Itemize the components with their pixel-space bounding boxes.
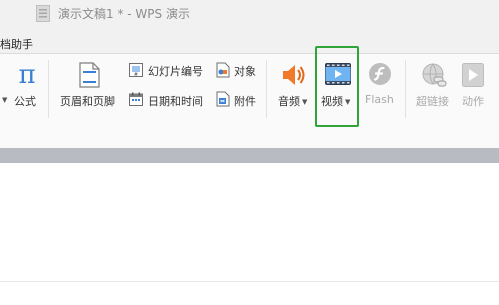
- previous-dropdown-arrow[interactable]: ▼: [0, 93, 7, 106]
- separator: [266, 60, 267, 118]
- flash-label: Flash: [365, 93, 394, 106]
- document-icon: [36, 5, 50, 22]
- slide-canvas[interactable]: [0, 163, 499, 305]
- svg-text:#: #: [134, 72, 138, 77]
- speaker-icon: [283, 65, 305, 85]
- slide-edge-line: [0, 281, 499, 282]
- page-icon: [79, 62, 100, 88]
- object-icon: [216, 62, 230, 78]
- video-highlight-box: [315, 46, 359, 127]
- menu-item-assistant[interactable]: 档助手: [0, 36, 33, 52]
- menu-bar: 档助手: [0, 28, 499, 54]
- pi-icon: π: [18, 62, 35, 88]
- attachment-label: 附件: [234, 95, 256, 108]
- header-footer-label: 页眉和页脚: [60, 95, 115, 108]
- separator: [405, 60, 406, 118]
- slide-number-icon: #: [129, 63, 143, 77]
- audio-label: 音频 ▼: [278, 95, 308, 108]
- play-icon: [462, 63, 484, 87]
- separator: [48, 60, 49, 118]
- action-label: 动作: [462, 95, 484, 108]
- formula-label: 公式: [14, 95, 36, 108]
- svg-text:π: π: [18, 62, 35, 88]
- film-icon: [325, 63, 351, 85]
- window-title: 演示文稿1 * - WPS 演示: [58, 7, 190, 21]
- slide-number-label: 幻灯片编号: [148, 65, 203, 78]
- calendar-icon: [129, 92, 143, 106]
- date-time-label: 日期和时间: [148, 95, 203, 108]
- object-label: 对象: [234, 65, 256, 78]
- audio-dropdown-arrow[interactable]: ▼: [302, 98, 307, 106]
- hyperlink-label: 超链接: [416, 95, 449, 108]
- ribbon-bottom-band: [0, 148, 499, 163]
- title-bar: 演示文稿1 * - WPS 演示: [0, 0, 499, 28]
- globe-link-icon: [422, 63, 447, 87]
- video-label: 视频 ▼: [321, 95, 351, 108]
- video-dropdown-arrow[interactable]: ▼: [345, 98, 350, 106]
- flash-icon: [369, 63, 391, 85]
- attachment-icon: [216, 91, 230, 107]
